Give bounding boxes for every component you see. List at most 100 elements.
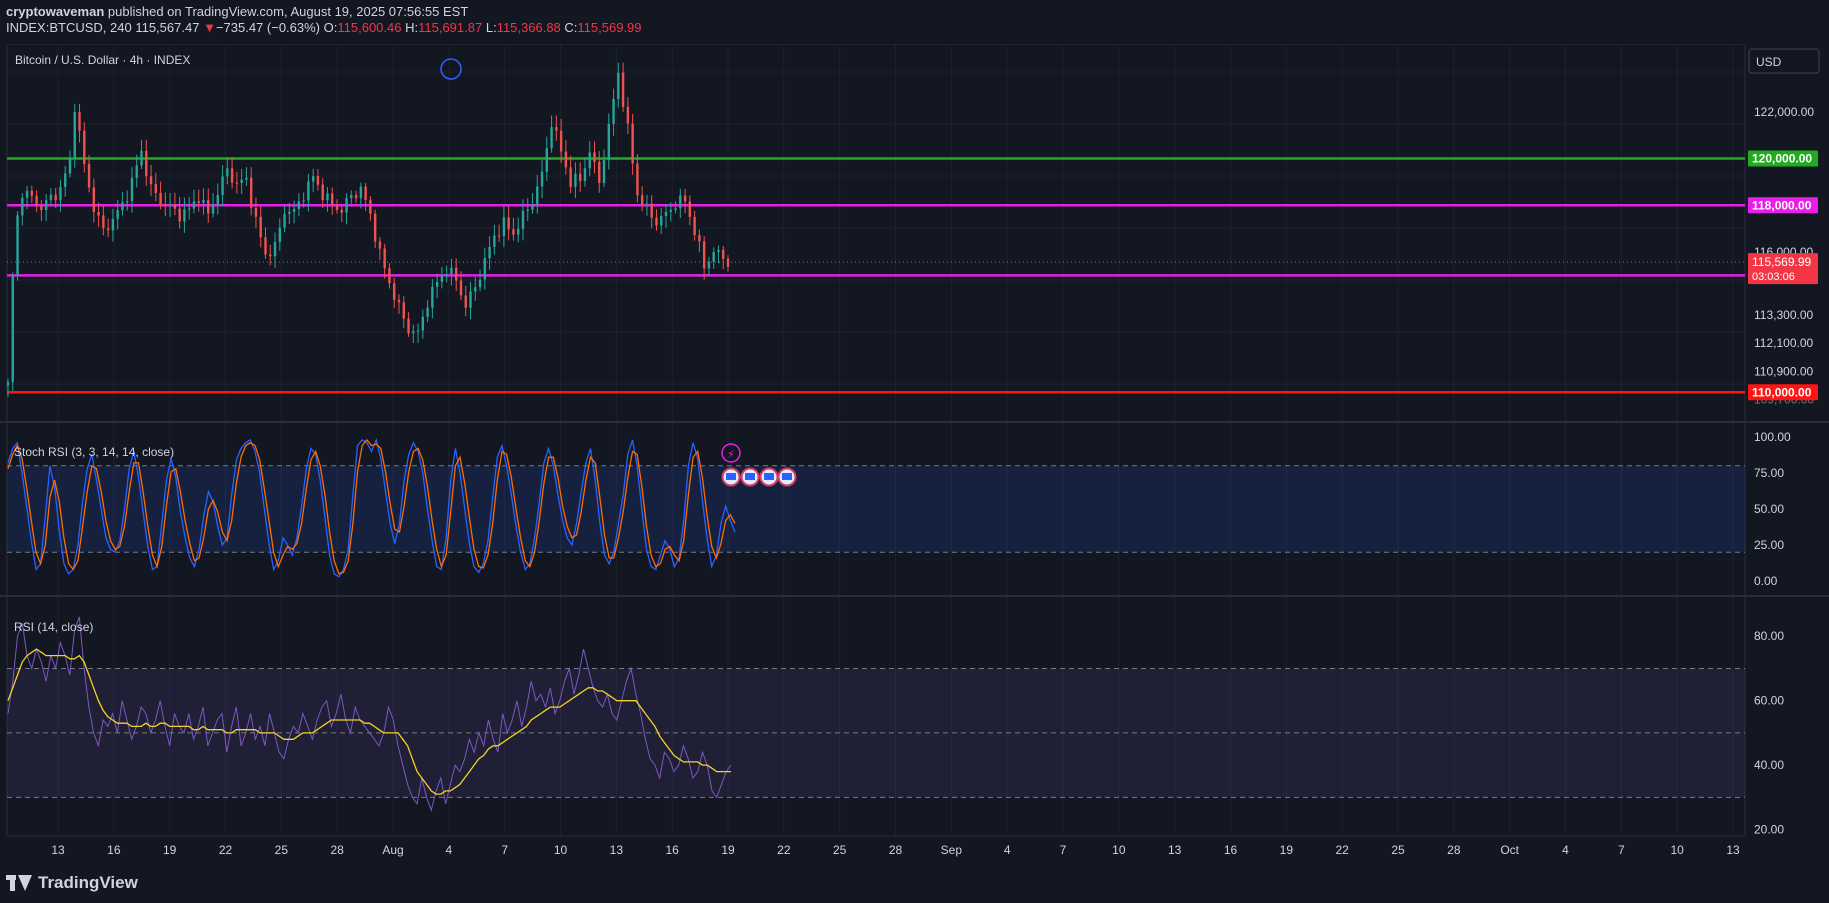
candle-body: [593, 152, 596, 162]
candle-body: [121, 202, 124, 211]
x-tick-label: 13: [51, 843, 65, 857]
candle-body: [116, 210, 119, 219]
rsi-axis-tick: 20.00: [1754, 823, 1784, 837]
candle-body: [693, 216, 696, 236]
candle-body: [359, 186, 363, 199]
tradingview-logo[interactable]: TradingView: [6, 873, 138, 893]
candle-body: [426, 307, 429, 317]
candle-body: [440, 275, 444, 282]
x-tick-label: 10: [1670, 843, 1684, 857]
rsi-axis-tick: 60.00: [1754, 694, 1784, 708]
countdown-label: 03:03:06: [1752, 271, 1795, 283]
stoch-axis-tick: 50.00: [1754, 502, 1784, 516]
usd-button[interactable]: USD: [1748, 48, 1820, 74]
close-value: 115,569.99: [577, 20, 642, 35]
candle-body: [664, 211, 668, 216]
candle-body: [59, 186, 62, 201]
candle-body: [712, 251, 715, 262]
candle-body: [602, 160, 606, 183]
candle-body: [49, 194, 53, 201]
candle-body: [416, 330, 420, 332]
candle-body: [230, 168, 234, 183]
candle-body: [631, 123, 634, 164]
candle-body: [235, 182, 239, 184]
candle-body: [516, 228, 520, 235]
candle-body: [316, 176, 320, 185]
candle-body: [564, 151, 568, 168]
stoch-pane-title: Stoch RSI (3, 3, 14, 14, close): [14, 445, 174, 459]
chart-svg[interactable]: ⚡ 13 16 19 22 25 28 Aug 4 7 10 13 16 19 22 25 28 Sep 4 7 10…: [0, 43, 1829, 866]
candle-body: [226, 168, 229, 177]
candle-body: [497, 235, 501, 237]
x-tick-label: 7: [501, 843, 508, 857]
x-tick-label: 10: [1112, 843, 1126, 857]
candle-body: [478, 279, 482, 288]
candle-body: [435, 281, 439, 287]
candle-body: [221, 176, 224, 195]
candle-body: [149, 176, 153, 185]
rsi-pane-title: RSI (14, close): [14, 620, 93, 634]
candle-body: [574, 173, 577, 187]
candle-body: [111, 218, 115, 231]
candle-body: [16, 215, 19, 277]
candle-body: [154, 184, 158, 193]
candle-body: [373, 213, 377, 242]
x-tick-label: 4: [1562, 843, 1569, 857]
price-axis-tick: 122,000.00: [1754, 105, 1814, 119]
candle-body: [455, 267, 458, 281]
candle-body: [469, 291, 472, 308]
candle-body: [97, 211, 100, 216]
x-tick-label: 28: [330, 843, 344, 857]
candle-body: [83, 130, 86, 164]
candle-body: [717, 249, 720, 252]
candle-body: [660, 215, 663, 226]
last-price: 115,567.47: [135, 20, 200, 35]
candle-body: [25, 190, 29, 198]
close-label: C:: [564, 20, 578, 35]
candle-body: [264, 237, 267, 255]
low-label: L:: [485, 20, 497, 35]
candle-body: [321, 184, 324, 201]
candle-body: [559, 130, 563, 152]
candle-body: [636, 163, 639, 196]
low-value: 115,366.88: [496, 20, 561, 35]
high-label: H:: [405, 20, 419, 35]
candle-body: [240, 179, 243, 183]
candle-body: [340, 209, 343, 213]
candle-body: [54, 194, 57, 201]
candle-body: [493, 235, 496, 247]
candle-body: [302, 200, 305, 202]
x-tick-label: 22: [219, 843, 233, 857]
stoch-axis-tick: 75.00: [1754, 466, 1784, 480]
symbol-label: INDEX:BTCUSD, 240: [6, 20, 132, 35]
candle-body: [640, 195, 644, 205]
candle-body: [44, 200, 48, 211]
candle-body: [178, 208, 181, 222]
quote-line: INDEX:BTCUSD, 240 115,567.47 ▼−735.47 (−…: [6, 20, 642, 36]
candle-body: [249, 177, 253, 208]
x-tick-label: Aug: [382, 843, 403, 857]
open-label: O:: [323, 20, 338, 35]
candle-body: [512, 229, 515, 235]
candle-body: [130, 177, 134, 202]
tradingview-logo-icon: [6, 875, 32, 891]
candle-body: [259, 216, 262, 238]
author-name[interactable]: cryptowaveman: [6, 4, 104, 19]
candle-body: [383, 248, 386, 269]
candle-body: [35, 195, 38, 206]
candle-body: [278, 227, 281, 242]
candle-body: [202, 200, 205, 203]
x-tick-label: 25: [833, 843, 847, 857]
candle-body: [617, 72, 620, 99]
candle-body: [431, 286, 434, 308]
candle-body: [674, 208, 677, 210]
chart-area[interactable]: ⚡ 13 16 19 22 25 28 Aug 4 7 10 13 16 19 22 25 28 Sep 4 7 10…: [0, 43, 1829, 866]
candle-body: [412, 331, 415, 334]
usd-button-label: USD: [1756, 55, 1782, 69]
price-axis-tick: 110,900.00: [1754, 364, 1813, 378]
price-pane-title: Bitcoin / U.S. Dollar · 4h · INDEX: [15, 53, 190, 67]
x-tick-label: 13: [1168, 843, 1182, 857]
candle-body: [106, 228, 110, 231]
x-tick-label: 7: [1618, 843, 1625, 857]
candle-body: [297, 201, 301, 209]
